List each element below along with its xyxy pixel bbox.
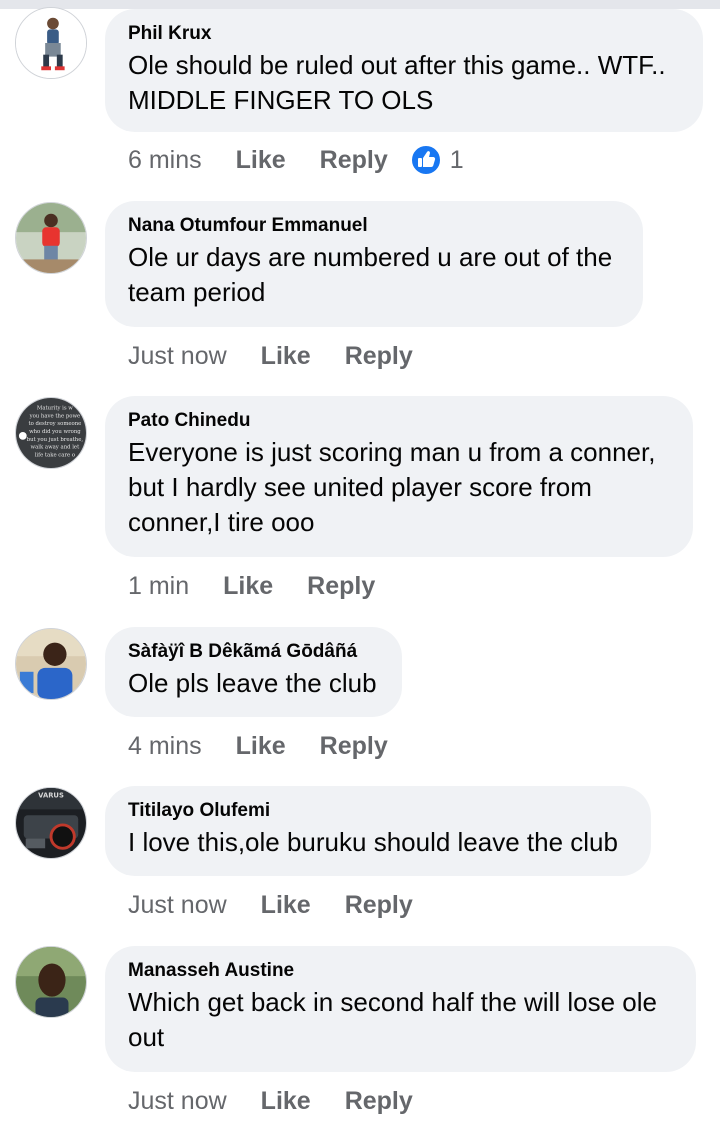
- comment-timestamp[interactable]: 6 mins: [128, 146, 202, 175]
- avatar[interactable]: [15, 946, 87, 1018]
- avatar-caption-line: but you just breathe,: [27, 437, 84, 443]
- avatar-caption-line: life take care o: [35, 452, 75, 458]
- like-button[interactable]: Like: [236, 732, 286, 761]
- avatar[interactable]: VARUS: [15, 787, 87, 859]
- avatar-brand-text: VARUS: [38, 792, 64, 800]
- comment-actions: 6 mins Like Reply 1: [128, 140, 464, 180]
- avatar-caption-line: you have the powe: [29, 413, 81, 419]
- avatar[interactable]: [15, 202, 87, 274]
- comment-author[interactable]: Pato Chinedu: [128, 409, 671, 433]
- like-button[interactable]: Like: [261, 891, 311, 920]
- comment-text: Which get back in second half the will l…: [128, 987, 657, 1052]
- comment-actions: 1 min Like Reply: [128, 566, 409, 606]
- reply-button[interactable]: Reply: [320, 146, 388, 175]
- comment-timestamp[interactable]: Just now: [128, 342, 227, 371]
- like-button[interactable]: Like: [236, 146, 286, 175]
- comment-timestamp[interactable]: 4 mins: [128, 732, 202, 761]
- comment-timestamp[interactable]: Just now: [128, 891, 227, 920]
- avatar-caption-line: Maturity is w: [37, 406, 73, 412]
- comment-actions: 4 mins Like Reply: [128, 726, 422, 766]
- avatar-caption-line: to destroy someone: [28, 421, 81, 427]
- reply-button[interactable]: Reply: [345, 891, 413, 920]
- avatar[interactable]: [15, 628, 87, 700]
- comment-actions: Just now Like Reply: [128, 1081, 447, 1121]
- avatar[interactable]: [15, 7, 87, 79]
- comment-timestamp[interactable]: Just now: [128, 1087, 227, 1116]
- avatar-caption-line: walk away and let: [31, 445, 81, 451]
- reply-button[interactable]: Reply: [307, 572, 375, 601]
- comment-author[interactable]: Sàfàÿî B Dêkãmá Gōdâñá: [128, 640, 380, 664]
- comment-bubble: Sàfàÿî B Dêkãmá Gōdâñá Ole pls leave the…: [105, 627, 402, 717]
- comment-timestamp[interactable]: 1 min: [128, 572, 189, 601]
- comment-author[interactable]: Nana Otumfour Emmanuel: [128, 214, 621, 238]
- comment-bubble: Nana Otumfour Emmanuel Ole ur days are n…: [105, 201, 643, 327]
- thumbs-up-icon: [409, 144, 442, 176]
- reply-button[interactable]: Reply: [345, 1087, 413, 1116]
- comment-author[interactable]: Phil Krux: [128, 22, 681, 46]
- comment-text: Ole pls leave the club: [128, 668, 377, 698]
- reply-button[interactable]: Reply: [320, 732, 388, 761]
- avatar-caption-line: who did you wrong: [29, 429, 81, 435]
- reply-button[interactable]: Reply: [345, 342, 413, 371]
- comment-bubble: Titilayo Olufemi I love this,ole buruku …: [105, 786, 651, 876]
- reaction-count: 1: [449, 145, 464, 174]
- comment-actions: Just now Like Reply: [128, 885, 447, 925]
- comment-bubble: Manasseh Austine Which get back in secon…: [105, 946, 696, 1072]
- comment-author[interactable]: Titilayo Olufemi: [128, 799, 629, 823]
- comment-text: Everyone is just scoring man u from a co…: [128, 437, 656, 537]
- comment-bubble: Pato Chinedu Everyone is just scoring ma…: [105, 396, 693, 557]
- comment-text: Ole should be ruled out after this game.…: [128, 50, 666, 115]
- avatar[interactable]: Maturity is w you have the powe to destr…: [15, 397, 87, 469]
- comment-author[interactable]: Manasseh Austine: [128, 959, 674, 983]
- like-button[interactable]: Like: [261, 342, 311, 371]
- comment-text: I love this,ole buruku should leave the …: [128, 827, 618, 857]
- like-button[interactable]: Like: [223, 572, 273, 601]
- top-divider: [0, 0, 720, 9]
- reaction-summary[interactable]: 1: [409, 144, 464, 176]
- comment-text: Ole ur days are numbered u are out of th…: [128, 242, 613, 307]
- comment-actions: Just now Like Reply: [128, 336, 447, 376]
- comment-bubble: Phil Krux Ole should be ruled out after …: [105, 9, 703, 132]
- like-button[interactable]: Like: [261, 1087, 311, 1116]
